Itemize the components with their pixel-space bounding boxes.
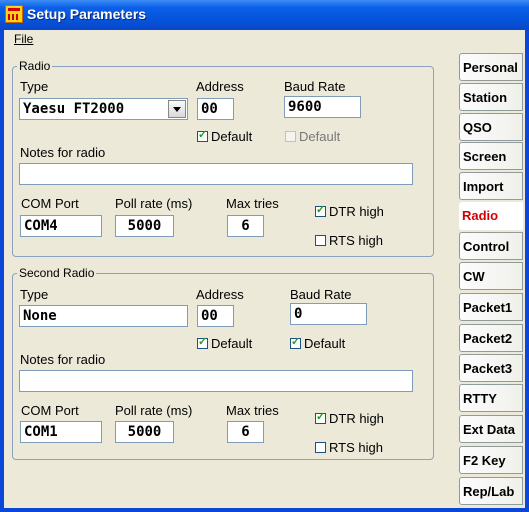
checkbox-box [315, 410, 326, 424]
second-radio-dtr-checkbox[interactable]: DTR high [315, 410, 384, 426]
radio-com-label: COM Port [21, 196, 79, 211]
menu-bar: File [4, 30, 525, 50]
second-radio-baud-label: Baud Rate [290, 287, 352, 302]
second-radio-poll-input[interactable]: 5000 [115, 421, 174, 443]
second-radio-type-input[interactable]: None [19, 305, 188, 327]
checkbox-box [197, 335, 208, 349]
second-radio-address-input[interactable]: 00 [197, 305, 234, 327]
tab-rtty[interactable]: RTTY [459, 384, 523, 412]
tab-control[interactable]: Control [459, 232, 523, 260]
tab-rep-lab[interactable]: Rep/Lab [459, 477, 523, 505]
checkbox-box [315, 203, 326, 217]
tab-personal[interactable]: Personal [459, 53, 523, 81]
checkbox-box [197, 128, 208, 142]
second-radio-address-default-checkbox[interactable]: Default [197, 335, 253, 351]
window-frame-right [525, 30, 529, 512]
checkbox-label: DTR high [329, 411, 384, 426]
radio-group-label: Radio [19, 59, 51, 73]
radio-com-input[interactable]: COM4 [20, 215, 102, 237]
chevron-down-icon[interactable] [168, 100, 186, 118]
checkbox-label: Default [304, 336, 346, 351]
radio-address-input[interactable]: 00 [197, 98, 234, 120]
menu-file-label: File [14, 32, 34, 46]
second-radio-notes-label: Notes for radio [20, 352, 106, 367]
checkbox-box [285, 131, 296, 142]
radio-tries-label: Max tries [226, 196, 279, 211]
tab-f2-key[interactable]: F2 Key [459, 446, 523, 474]
second-radio-rts-checkbox[interactable]: RTS high [315, 440, 383, 455]
radio-baud-default-checkbox[interactable]: Default [285, 129, 340, 144]
second-radio-tries-label: Max tries [226, 403, 279, 418]
radio-notes-label: Notes for radio [20, 145, 106, 160]
tab-radio[interactable]: Radio [459, 202, 523, 230]
window-title: Setup Parameters [27, 6, 147, 22]
radio-tries-input[interactable]: 6 [227, 215, 264, 237]
radio-notes-input[interactable] [19, 163, 413, 185]
tab-ext-data[interactable]: Ext Data [459, 415, 523, 443]
checkbox-box [315, 235, 326, 246]
second-radio-baud-input[interactable]: 0 [290, 303, 367, 325]
second-radio-com-input[interactable]: COM1 [20, 421, 102, 443]
tab-import[interactable]: Import [459, 172, 523, 200]
tab-cw[interactable]: CW [459, 262, 523, 290]
title-bar[interactable]: Setup Parameters [0, 0, 529, 30]
checkbox-label: DTR high [329, 204, 384, 219]
checkbox-box [290, 335, 301, 349]
radio-address-label: Address [196, 79, 244, 94]
setup-window: Setup Parameters File Radio Type Yaesu F… [0, 0, 529, 512]
second-radio-type-label: Type [20, 287, 49, 302]
second-radio-poll-label: Poll rate (ms) [115, 403, 193, 418]
radio-type-combo[interactable]: Yaesu FT2000 [19, 98, 188, 120]
checkbox-label: RTS high [329, 233, 383, 248]
radio-poll-input[interactable]: 5000 [115, 215, 174, 237]
checkbox-box [315, 442, 326, 453]
window-frame-bottom [0, 508, 529, 512]
radio-dtr-checkbox[interactable]: DTR high [315, 203, 384, 219]
second-radio-baud-default-checkbox[interactable]: Default [290, 335, 346, 351]
tab-content-radio: Radio Type Yaesu FT2000 Address 00 Baud … [4, 51, 456, 508]
tab-qso[interactable]: QSO [459, 113, 523, 141]
radio-poll-label: Poll rate (ms) [115, 196, 193, 211]
app-icon [5, 5, 23, 23]
tab-packet1[interactable]: Packet1 [459, 293, 523, 321]
radio-baud-label: Baud Rate [284, 79, 346, 94]
second-radio-tries-input[interactable]: 6 [227, 421, 264, 443]
radio-baud-input[interactable]: 9600 [284, 96, 361, 118]
checkbox-label: Default [299, 129, 341, 144]
tab-packet2[interactable]: Packet2 [459, 324, 523, 352]
second-radio-notes-input[interactable] [19, 370, 413, 392]
second-radio-com-label: COM Port [21, 403, 79, 418]
second-radio-group-label: Second Radio [19, 266, 95, 280]
menu-file[interactable]: File [12, 32, 35, 46]
client-area: File Radio Type Yaesu FT2000 Address 00 … [4, 30, 525, 508]
radio-type-value: Yaesu FT2000 [23, 101, 125, 117]
checkbox-label: Default [211, 336, 253, 351]
radio-address-default-checkbox[interactable]: Default [197, 128, 253, 144]
tab-screen[interactable]: Screen [459, 142, 523, 170]
tab-packet3[interactable]: Packet3 [459, 354, 523, 382]
checkbox-label: Default [211, 129, 253, 144]
tab-station[interactable]: Station [459, 83, 523, 111]
checkbox-label: RTS high [329, 440, 383, 455]
radio-type-label: Type [20, 79, 49, 94]
radio-rts-checkbox[interactable]: RTS high [315, 233, 383, 248]
second-radio-address-label: Address [196, 287, 244, 302]
